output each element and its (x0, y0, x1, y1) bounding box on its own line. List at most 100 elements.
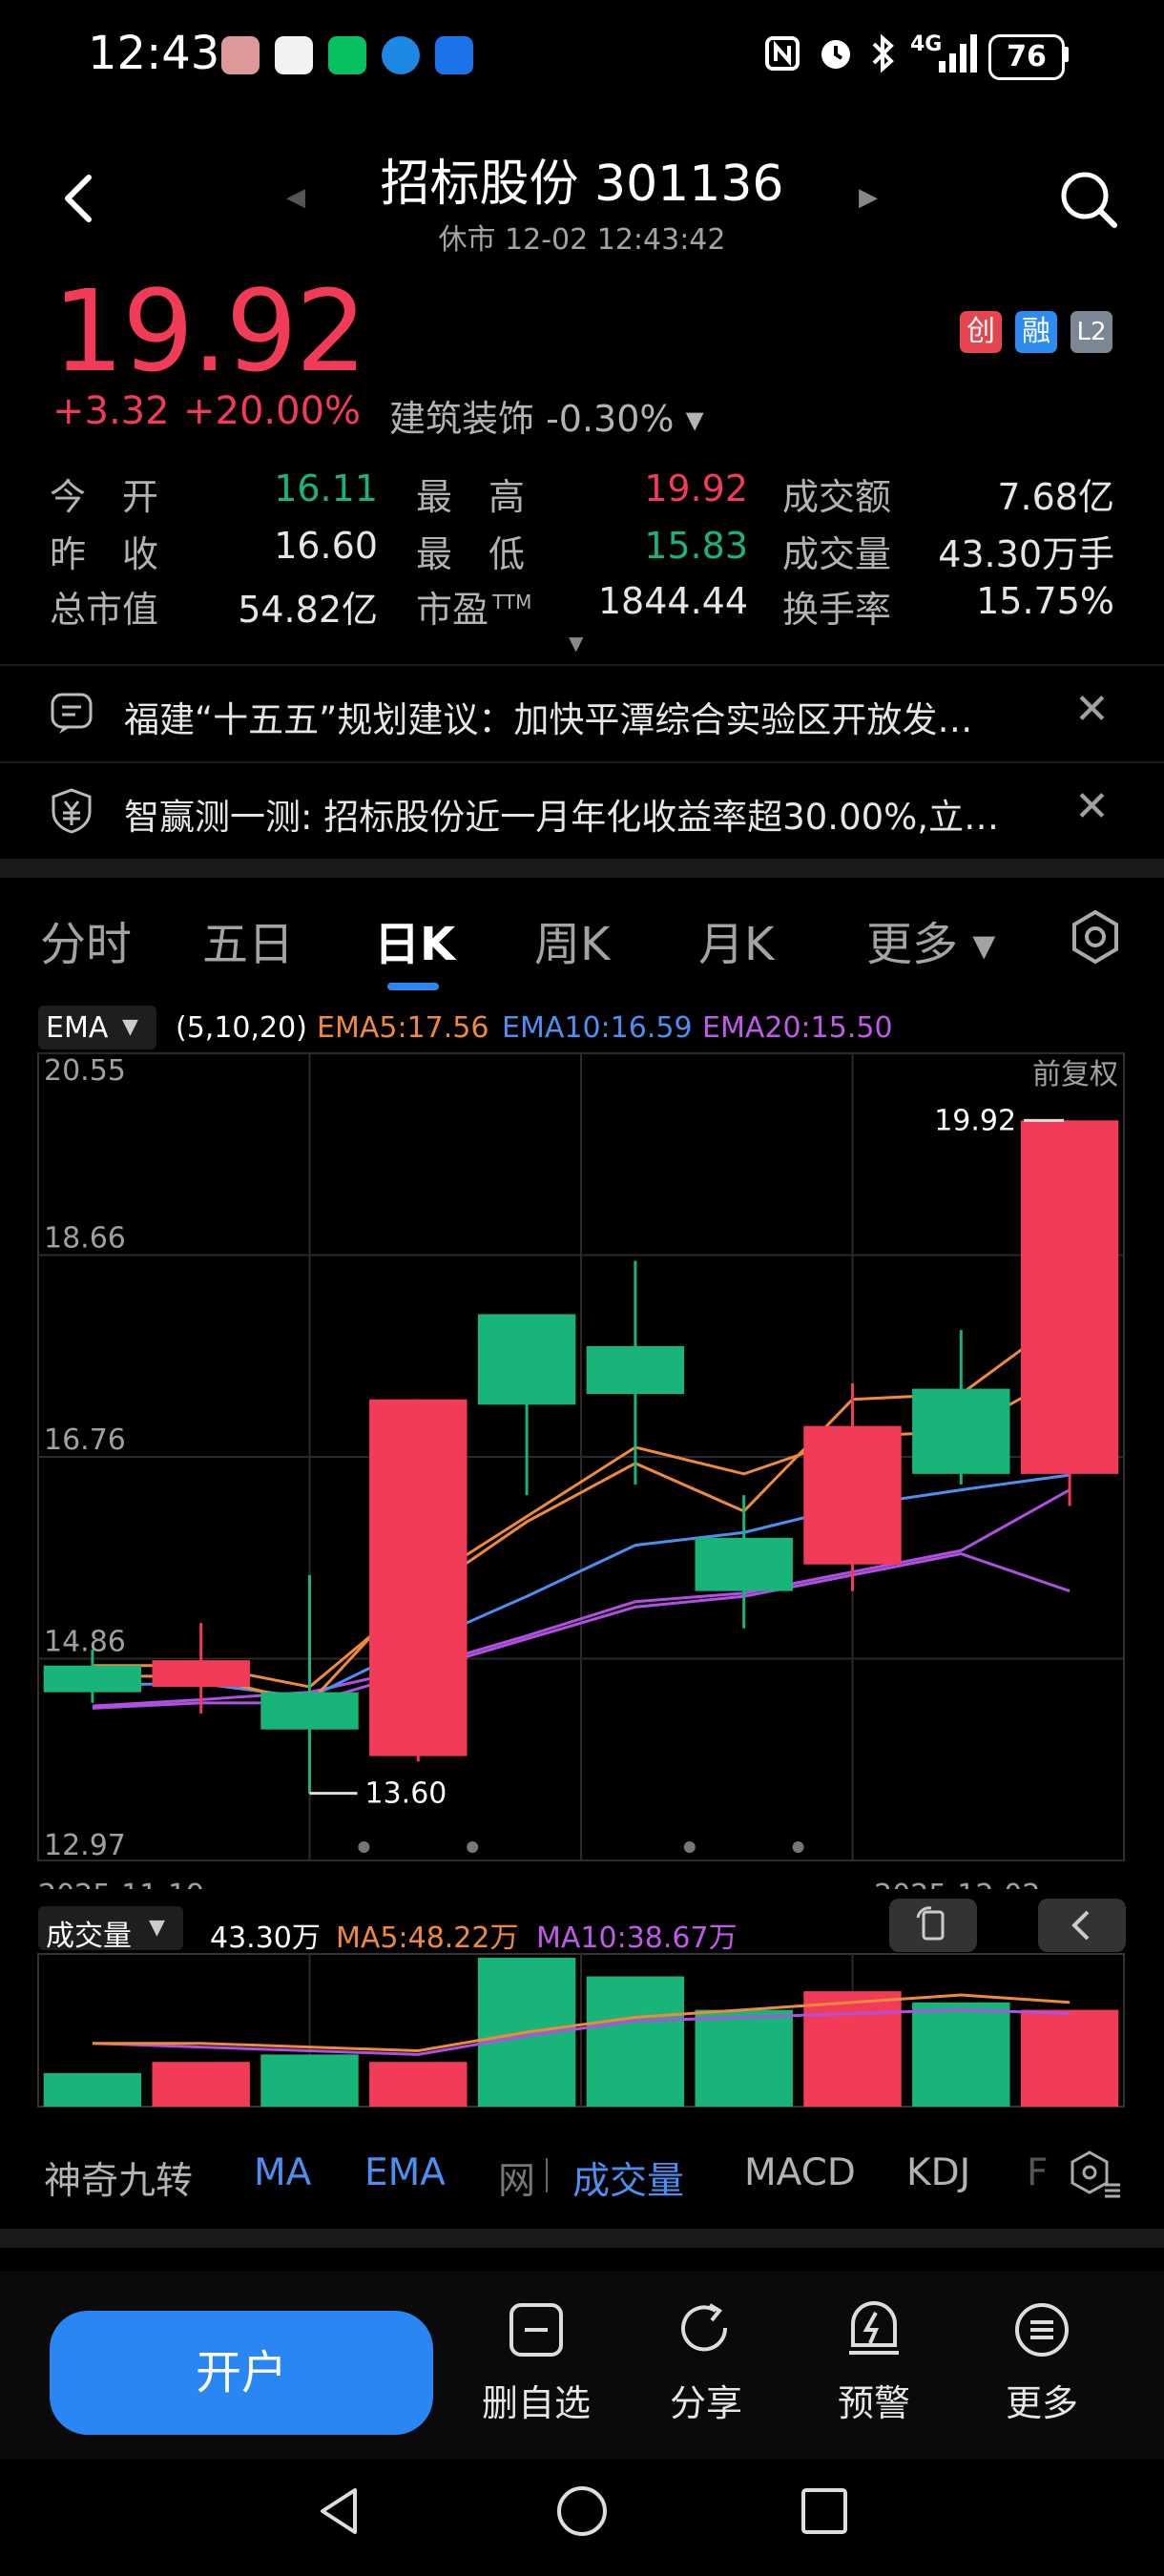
event-dot (467, 1841, 479, 1853)
news-ticker-item[interactable]: 智赢测一测: 招标股份近一月年化收益率超30.00%,立… (124, 788, 999, 840)
x-axis-end-label: 2025-12-02 (874, 1879, 1040, 1889)
section-divider (0, 2229, 1164, 2248)
shield-yuan-icon (50, 787, 94, 834)
ema10-value: EMA10:16.59 (502, 1011, 693, 1045)
search-button[interactable] (1057, 168, 1120, 231)
candle-body (152, 1660, 250, 1688)
indicator-tab-ma[interactable]: MA (254, 2151, 311, 2194)
app-notification-icon (275, 36, 313, 74)
next-stock-button[interactable]: ▶ (859, 183, 878, 212)
rotate-chart-button[interactable] (889, 1899, 977, 1952)
tab-more[interactable]: 更多 ▾ (866, 906, 995, 973)
close-icon[interactable]: ✕ (1074, 782, 1110, 831)
indicator-tab-kdj[interactable]: KDJ (906, 2151, 970, 2194)
stat-label: 成交额 (782, 476, 892, 518)
wechat-icon (328, 36, 366, 74)
y-tick-label: 14.86 (44, 1626, 126, 1659)
chinext-badge: 创 (960, 311, 1002, 353)
volume-bar (152, 2062, 250, 2107)
close-icon[interactable]: ✕ (1074, 685, 1110, 734)
nav-back-button[interactable] (311, 2483, 368, 2544)
remove-watchlist-button[interactable]: 删自选 (479, 2299, 593, 2426)
indicator-selector-label: EMA (46, 1011, 109, 1045)
bluetooth-icon (868, 32, 897, 78)
volume-bar (912, 2002, 1010, 2107)
collapse-panel-button[interactable] (1038, 1899, 1126, 1952)
back-button[interactable] (52, 170, 110, 227)
chart-settings-button[interactable] (1067, 908, 1124, 969)
chevron-down-icon: ▼ (122, 1015, 138, 1039)
indicator-settings-button[interactable] (1065, 2147, 1122, 2204)
price-change-percent: +20.00% (183, 389, 362, 433)
chevron-down-icon: ▼ (149, 1916, 165, 1940)
tab-monthly-k[interactable]: 月K (698, 906, 774, 973)
triangle-back-icon (321, 2488, 357, 2534)
stat-label: 今 开 (50, 476, 159, 518)
open-account-button[interactable]: 开户 (50, 2311, 433, 2435)
more-button[interactable]: 更多 (985, 2299, 1099, 2426)
share-button[interactable]: 分享 (649, 2299, 763, 2426)
nav-home-button[interactable] (553, 2483, 611, 2544)
stat-label: 成交量 (782, 533, 892, 575)
l2-badge: L2 (1070, 311, 1112, 353)
stat-value: 15.83 (644, 525, 748, 567)
volume-ma5: MA5:48.22万 (336, 1922, 519, 1955)
volume-bar (695, 2009, 793, 2107)
indicator-tab-macd[interactable]: MACD (744, 2151, 856, 2194)
margin-badge: 融 (1015, 311, 1057, 353)
candle-body (43, 1665, 142, 1693)
rotate-icon (916, 1906, 945, 1941)
volume-bar (586, 1976, 685, 2107)
stat-value: 19.92 (644, 467, 748, 509)
ema5-value: EMA5:17.56 (317, 1011, 489, 1045)
volume-bar (1020, 2009, 1119, 2107)
stat-label: 换手率 (782, 589, 892, 631)
stat-value: 16.60 (274, 525, 378, 567)
expand-stats-icon[interactable]: ▼ (569, 632, 583, 654)
menu-circle-icon (1015, 2303, 1069, 2357)
square-recents-icon (801, 2488, 847, 2534)
indicator-tab-ema[interactable]: EMA (364, 2151, 446, 2194)
candlestick-chart[interactable]: 20.55 18.66 16.76 14.86 12.97 前复权 19.92 13.60 20… (0, 1049, 1164, 1889)
tab-weekly-k[interactable]: 周K (534, 906, 610, 973)
indicator-tab-grid[interactable]: 网 (498, 2151, 535, 2205)
stat-value: 15.75% (976, 580, 1114, 622)
active-tab-indicator (387, 983, 439, 990)
nav-recents-button[interactable] (796, 2483, 853, 2544)
volume-chart[interactable] (0, 1952, 1164, 2114)
indicator-tab-nine-turn[interactable]: 神奇九转 (44, 2151, 193, 2205)
indicator-tab-volume[interactable]: 成交量 (572, 2151, 684, 2205)
x-axis-start-label: 2025-11-19 (38, 1879, 204, 1889)
indicator-selector[interactable]: EMA ▼ (38, 1006, 156, 1049)
ema-params: (5,10,20) (176, 1011, 307, 1045)
section-divider (0, 859, 1164, 878)
candle-body (586, 1345, 685, 1395)
volume-value: 43.30万 (210, 1922, 321, 1955)
tab-five-day[interactable]: 五日 (202, 906, 294, 973)
alert-button[interactable]: 预警 (817, 2299, 931, 2426)
indicator-tab-more[interactable]: F (1027, 2151, 1048, 2194)
app-notification-icon (382, 36, 420, 74)
news-ticker-item[interactable]: 福建“十五五”规划建议：加快平潭综合实验区开放发… (124, 691, 972, 742)
search-icon (1061, 172, 1117, 228)
app-notification-icon (435, 36, 473, 74)
stat-label: 最 高 (416, 476, 526, 518)
minus-square-icon (509, 2303, 563, 2357)
sector-link[interactable]: 建筑装饰 -0.30% ▾ (389, 389, 704, 442)
y-tick-label: 16.76 (44, 1423, 126, 1457)
share-label: 分享 (669, 2382, 742, 2424)
share-icon (681, 2303, 728, 2352)
tab-intraday[interactable]: 分时 (40, 906, 132, 973)
ema20-value: EMA20:15.50 (702, 1011, 893, 1045)
volume-selector[interactable]: 成交量 ▼ (38, 1906, 183, 1953)
chevron-left-icon (1071, 1910, 1090, 1941)
stat-label: 最 低 (416, 533, 526, 575)
chevron-left-icon (65, 175, 92, 222)
status-time: 12:43 (88, 27, 220, 80)
market-status: 休市 12-02 12:43:42 (438, 223, 726, 257)
candle-body (260, 1692, 359, 1730)
volume-bar (369, 2062, 468, 2107)
y-tick-label: 12.97 (44, 1829, 126, 1862)
tab-daily-k[interactable]: 日K (374, 906, 455, 973)
stat-value: 43.30万手 (938, 533, 1114, 575)
